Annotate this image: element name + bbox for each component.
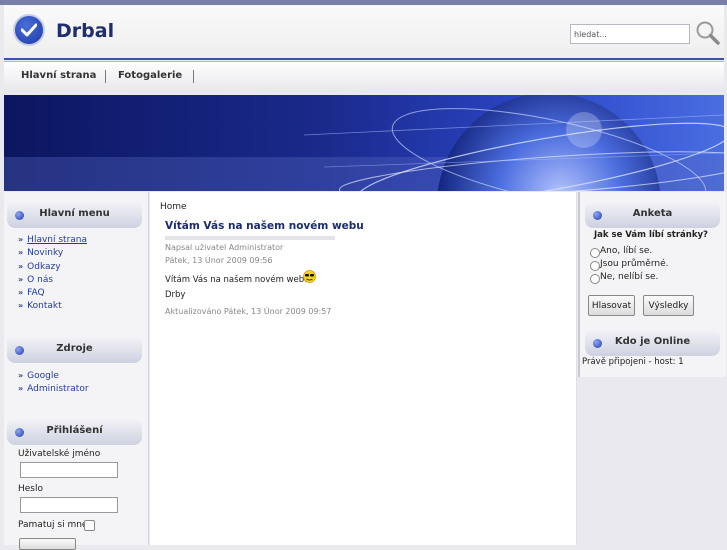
online-header: Kdo je Online (585, 329, 720, 356)
poll-header: Anketa (585, 201, 720, 228)
menu-item-home[interactable]: » Hlavní strana (18, 235, 87, 248)
poll-option-label[interactable]: Ano, líbí se. (600, 246, 652, 256)
menu-link[interactable]: Odkazy (27, 262, 60, 272)
double-arrow-icon: » (18, 371, 24, 380)
online-title: Kdo je Online (614, 336, 691, 347)
username-label: Uživatelské jméno (18, 449, 101, 459)
main-menu-header: Hlavní menu (7, 201, 142, 228)
nav-separator (193, 70, 194, 83)
source-link[interactable]: Google (27, 371, 59, 381)
right-sidebar: Anketa Jak se Vám líbí stránky? Ano, líb… (578, 192, 726, 377)
article-author: Napsal uživatel Administrator (165, 243, 284, 252)
menu-item-faq[interactable]: » FAQ (18, 288, 87, 301)
main-menu-title: Hlavní menu (39, 208, 110, 219)
menu-link[interactable]: Hlavní strana (27, 235, 87, 245)
poll-title: Anketa (632, 208, 673, 219)
article-title[interactable]: Vítám Vás na našem novém webu (165, 220, 364, 232)
password-field[interactable] (20, 497, 118, 513)
top-navigation: Hlavní strana Fotogalerie (4, 62, 724, 92)
menu-link[interactable]: Kontakt (27, 301, 61, 311)
double-arrow-icon: » (18, 248, 24, 258)
source-item-google[interactable]: » Google (18, 371, 89, 384)
menu-item-links[interactable]: » Odkazy (18, 262, 87, 275)
remember-label: Pamatuj si mne (18, 520, 88, 530)
login-header: Přihlášení (7, 418, 142, 445)
main-content: Home Vítám Vás na našem novém webu Napsa… (150, 192, 577, 545)
online-status-text: Právě připojeni - host: 1 (582, 357, 684, 367)
vote-button[interactable]: Hlasovat (588, 295, 635, 316)
login-title: Přihlášení (46, 425, 103, 436)
poll-option-radio[interactable] (590, 248, 600, 258)
site-title[interactable]: Drbal (56, 20, 114, 42)
article-body-text: Vítám Vás na našem novém webu (165, 275, 310, 285)
poll-option-label[interactable]: Jsou průměrné. (600, 259, 668, 269)
results-button[interactable]: Výsledky (643, 295, 694, 316)
source-item-administrator[interactable]: » Administrator (18, 384, 89, 397)
username-field[interactable] (20, 462, 118, 478)
nav-item-gallery[interactable]: Fotogalerie (118, 70, 182, 81)
left-sidebar: Hlavní menu » Hlavní strana » Novinky » Odk… (4, 192, 149, 550)
menu-item-contact[interactable]: » Kontakt (18, 301, 87, 314)
globe-banner-image (4, 95, 724, 191)
breadcrumb[interactable]: Home (160, 202, 187, 212)
poll-option-radio[interactable] (590, 274, 600, 284)
nav-separator (105, 70, 106, 83)
nav-item-home[interactable]: Hlavní strana (21, 70, 96, 81)
remember-checkbox[interactable] (84, 520, 95, 531)
sources-list: » Google » Administrator (18, 371, 89, 398)
title-underline (165, 236, 335, 240)
menu-link[interactable]: FAQ (27, 288, 44, 298)
menu-item-news[interactable]: » Novinky (18, 248, 87, 261)
poll-option-label[interactable]: Ne, nelíbí se. (600, 272, 658, 282)
login-button[interactable] (19, 538, 76, 550)
password-label: Heslo (18, 484, 44, 494)
double-arrow-icon: » (18, 235, 24, 244)
double-arrow-icon: » (18, 274, 24, 284)
site-header: Drbal (4, 5, 724, 60)
cool-smiley-icon (303, 270, 316, 283)
article-updated: Aktualizováno Pátek, 13 Únor 2009 09:57 (165, 307, 332, 316)
search-icon[interactable] (695, 20, 721, 46)
source-link[interactable]: Administrator (27, 384, 88, 394)
menu-link[interactable]: Novinky (27, 248, 63, 258)
poll-question: Jak se Vám líbí stránky? (594, 230, 708, 240)
double-arrow-icon: » (18, 301, 24, 311)
logo-checkmark-icon[interactable] (13, 14, 45, 46)
menu-item-about[interactable]: » O nás (18, 275, 87, 288)
article-body-text-2: Drby (165, 290, 186, 300)
main-menu-list: » Hlavní strana » Novinky » Odkazy » O nás »… (18, 235, 87, 315)
sources-title: Zdroje (56, 343, 93, 354)
menu-link[interactable]: O nás (27, 275, 53, 285)
double-arrow-icon: » (18, 384, 24, 394)
search-input[interactable] (570, 24, 690, 44)
header-divider (4, 58, 724, 60)
double-arrow-icon: » (18, 261, 24, 271)
sources-header: Zdroje (7, 336, 142, 363)
double-arrow-icon: » (18, 288, 24, 298)
article-date: Pátek, 13 Únor 2009 09:56 (165, 256, 273, 265)
poll-option-radio[interactable] (590, 261, 600, 271)
